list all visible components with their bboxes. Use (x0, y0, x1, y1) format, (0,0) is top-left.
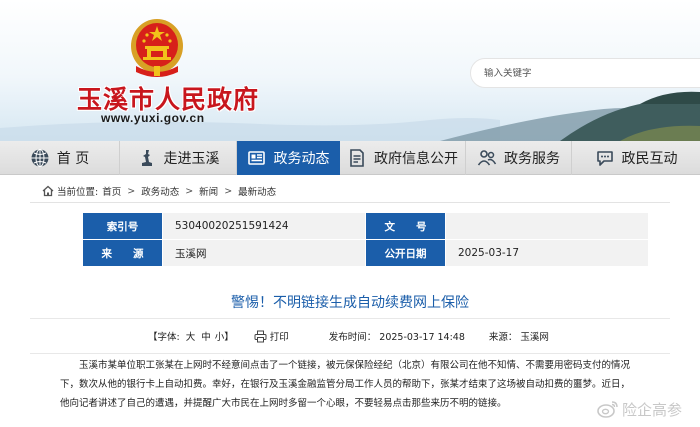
date-label: 公开日期 (365, 239, 446, 267)
publish-time: 发布时间： 2025-03-17 14:48 (328, 332, 465, 343)
paragraph-line: 他向记者讲述了自己的遭遇，并提醒广大市民在上网时多留一个心眼，不要轻易点击那些来… (60, 398, 507, 409)
article-title: 警惕！不明链接生成自动续费网上保险 (231, 295, 469, 311)
print-icon (254, 330, 267, 343)
index-value: 53040020251591424 (162, 212, 366, 240)
nav-item-explore-yuxi[interactable]: 走进玉溪 (120, 141, 237, 175)
font-size-label: 【字体: (148, 332, 180, 343)
font-size-large[interactable]: 大 (186, 329, 196, 343)
nav-item-citizen-interaction[interactable]: 政民互动 (572, 141, 700, 175)
breadcrumb: 当前位置: 首页 > 政务动态 > 新闻 > 最新动态 (42, 184, 276, 198)
article-body: 玉溪市某单位职工张某在上网时不经意间点击了一个链接，被元保保险经纪（北京）有限公… (60, 356, 676, 413)
main-nav: 首 页 走进玉溪 政务动态 政府信息公开 政务服务 政民互动 (0, 141, 700, 175)
breadcrumb-label: 当前位置: (57, 187, 99, 198)
document-meta-table: 索引号 53040020251591424 文 号 来 源 玉溪网 公开日期 2… (82, 212, 649, 267)
nav-item-gov-news[interactable]: 政务动态 (237, 141, 340, 175)
document-icon (347, 148, 367, 168)
source-value: 玉溪网 (162, 239, 366, 267)
table-row: 索引号 53040020251591424 文 号 (82, 212, 649, 240)
breadcrumb-home[interactable]: 首页 (102, 184, 121, 198)
font-size-small[interactable]: 小】 (215, 329, 234, 343)
nav-item-label: 首 页 (56, 151, 90, 167)
site-banner: 玉溪市人民政府 www.yuxi.gov.cn (0, 0, 700, 141)
table-row: 来 源 玉溪网 公开日期 2025-03-17 (82, 239, 649, 267)
watermark-text: 险企高参 (622, 400, 683, 419)
nav-item-label: 政府信息公开 (374, 151, 458, 167)
print-label: 打印 (269, 332, 289, 343)
search-input[interactable] (484, 67, 684, 79)
doc-no-value (445, 212, 649, 240)
divider (30, 202, 670, 203)
people-icon (477, 148, 497, 168)
font-size-control: 【字体: 大 中 小】 (148, 329, 234, 343)
article-source: 来源： 玉溪网 (488, 332, 549, 343)
breadcrumb-separator: > (185, 185, 194, 197)
watermark: 险企高参 (597, 397, 682, 421)
breadcrumb-latest[interactable]: 最新动态 (238, 184, 276, 198)
newspaper-icon (247, 148, 267, 168)
home-icon (42, 185, 54, 197)
weibo-icon (597, 400, 619, 418)
paragraph-line: 玉溪市某单位职工张某在上网时不经意间点击了一个链接，被元保保险经纪（北京）有限公… (79, 360, 631, 371)
site-url: www.yuxi.gov.cn (101, 111, 205, 125)
index-label: 索引号 (82, 212, 163, 240)
breadcrumb-separator: > (127, 185, 136, 197)
chat-icon (595, 148, 615, 168)
national-emblem-icon (131, 19, 183, 77)
nav-item-gov-info-disclosure[interactable]: 政府信息公开 (340, 141, 466, 175)
nav-item-label: 政务动态 (273, 151, 330, 167)
print-button[interactable]: 打印 (254, 329, 289, 343)
breadcrumb-separator: > (224, 185, 233, 197)
paragraph-line: 下，数次从他的银行卡上自动扣费。幸好，在银行及玉溪金融监管分局工作人员的帮助下，… (60, 379, 631, 390)
globe-icon (30, 148, 50, 168)
date-value: 2025-03-17 (445, 239, 649, 267)
statue-icon (137, 148, 157, 168)
nav-item-label: 走进玉溪 (163, 151, 220, 167)
nav-item-home[interactable]: 首 页 (0, 141, 120, 175)
search-box[interactable] (470, 58, 700, 88)
font-size-medium[interactable]: 中 (201, 329, 211, 343)
nav-item-label: 政务服务 (504, 151, 560, 167)
doc-no-label: 文 号 (365, 212, 446, 240)
breadcrumb-gov-news[interactable]: 政务动态 (141, 184, 179, 198)
source-label: 来 源 (82, 239, 163, 267)
breadcrumb-news[interactable]: 新闻 (199, 184, 218, 198)
nav-item-gov-services[interactable]: 政务服务 (466, 141, 572, 175)
nav-item-label: 政民互动 (621, 151, 678, 167)
article-info-bar: 【字体: 大 中 小】 打印 发布时间： 2025-03-17 14:48 来源… (30, 318, 670, 354)
